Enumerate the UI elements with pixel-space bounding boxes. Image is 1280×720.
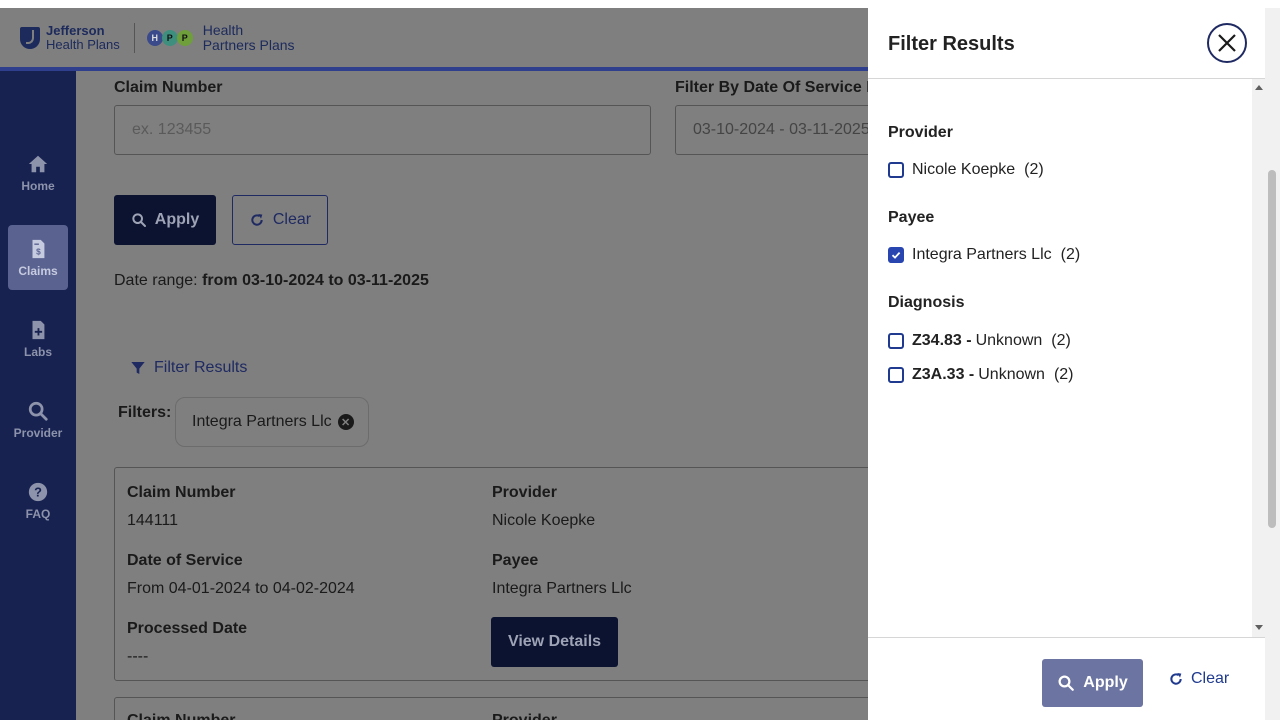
svg-text:$: $ [36, 247, 41, 256]
payee-option[interactable]: Integra Partners Llc (2) [888, 246, 1080, 264]
provider-checkbox[interactable] [888, 162, 904, 178]
sidebar-item-label: Claims [18, 263, 58, 278]
hpp-logo[interactable]: H P P Health Partners Plans [146, 22, 295, 53]
sidebar-item-provider[interactable]: Provider [8, 387, 68, 452]
refresh-icon [251, 214, 263, 226]
filters-label: Filters: [118, 404, 172, 421]
scroll-down-arrow-icon[interactable] [1255, 625, 1263, 630]
diagnosis-checkbox[interactable] [888, 367, 904, 383]
svg-text:?: ? [34, 484, 42, 499]
filter-drawer: Filter Results Provider Nicole Koepke (2… [868, 0, 1280, 720]
labs-file-icon [32, 320, 45, 339]
provider-value: Nicole Koepke [492, 512, 596, 529]
search-icon [1058, 675, 1075, 691]
close-drawer-button[interactable] [1207, 23, 1247, 63]
sidebar-item-label: Home [21, 178, 55, 193]
jefferson-logo[interactable]: Jefferson Health Plans [20, 24, 120, 52]
drawer-title: Filter Results [888, 33, 1015, 55]
filter-chip[interactable]: Integra Partners Llc ✕ [175, 397, 369, 447]
view-details-button[interactable]: View Details [491, 617, 618, 667]
page-scroll-thumb[interactable] [1268, 170, 1276, 528]
home-icon [28, 155, 48, 172]
sidebar-item-claims[interactable]: $ Claims [8, 225, 68, 290]
drawer-scrollbar[interactable] [1252, 79, 1265, 637]
scroll-up-arrow-icon[interactable] [1255, 85, 1263, 90]
date-range-input[interactable]: 03-10-2024 - 03-11-2025 [675, 105, 895, 155]
date-range-text: Date range: from 03-10-2024 to 03-11-202… [114, 272, 429, 289]
sidebar-item-faq[interactable]: ? FAQ [8, 468, 68, 533]
claim-card: Claim Number 144111 Date of Service From… [114, 467, 874, 681]
provider-section-title: Provider [888, 124, 953, 141]
date-of-service-value: From 04-01-2024 to 04-02-2024 [127, 580, 355, 597]
claim-number-value: 144111 [127, 512, 179, 529]
question-icon: ? [28, 482, 48, 501]
payee-value: Integra Partners Llc [492, 580, 632, 597]
brand1-line2: Health Plans [46, 37, 120, 52]
drawer-clear-button[interactable]: Clear [1168, 670, 1229, 688]
date-filter-label: Filter By Date Of Service I [675, 79, 871, 96]
provider-option[interactable]: Nicole Koepke (2) [888, 161, 1044, 179]
brand2-line1: Health [202, 22, 244, 38]
processed-date-value: ---- [127, 648, 149, 665]
sidebar-item-label: Provider [13, 425, 63, 440]
close-icon [1218, 34, 1236, 52]
hpp-logo-icon: H P P [146, 30, 193, 46]
filter-icon [131, 362, 145, 374]
diagnosis-checkbox[interactable] [888, 333, 904, 349]
apply-button[interactable]: Apply [114, 195, 216, 245]
search-icon [132, 213, 146, 227]
payee-section-title: Payee [888, 209, 935, 226]
filter-results-link[interactable]: Filter Results [130, 359, 247, 377]
diagnosis-option[interactable]: Z34.83 - Unknown (2) [888, 332, 1071, 350]
sidebar: Home $ Claims Labs Provider ? FAQ [0, 71, 76, 720]
claim-number-label: Claim Number [114, 79, 223, 96]
drawer-divider [868, 78, 1280, 79]
drawer-apply-button[interactable]: Apply [1042, 659, 1143, 707]
claim-number-input[interactable]: ex. 123455 [114, 105, 651, 155]
jefferson-logo-icon [20, 27, 40, 49]
diagnosis-option[interactable]: Z3A.33 - Unknown (2) [888, 366, 1074, 384]
brand1-line1: Jefferson [46, 23, 105, 38]
claim-card: Claim Number Provider [114, 697, 874, 720]
checkmark-icon [891, 251, 901, 259]
app-header: Jefferson Health Plans H P P Health Part… [0, 8, 868, 68]
date-range-value: from 03-10-2024 to 03-11-2025 [202, 272, 429, 289]
remove-chip-icon[interactable]: ✕ [337, 414, 354, 430]
page-scrollbar[interactable] [1265, 8, 1280, 720]
claims-document-icon: $ [32, 239, 45, 258]
diagnosis-section-title: Diagnosis [888, 294, 965, 311]
refresh-icon [1170, 673, 1182, 685]
sidebar-item-home[interactable]: Home [8, 140, 68, 205]
sidebar-item-label: Labs [23, 344, 52, 359]
brand2-line2: Partners Plans [202, 37, 295, 53]
drawer-divider [868, 637, 1280, 638]
sidebar-item-label: FAQ [25, 506, 51, 521]
main-content: Claim Number ex. 123455 Filter By Date O… [76, 71, 895, 720]
logo-divider [133, 23, 135, 53]
sidebar-item-labs[interactable]: Labs [8, 306, 68, 371]
search-icon [28, 401, 48, 421]
payee-checkbox[interactable] [888, 247, 904, 263]
clear-button[interactable]: Clear [232, 195, 328, 245]
